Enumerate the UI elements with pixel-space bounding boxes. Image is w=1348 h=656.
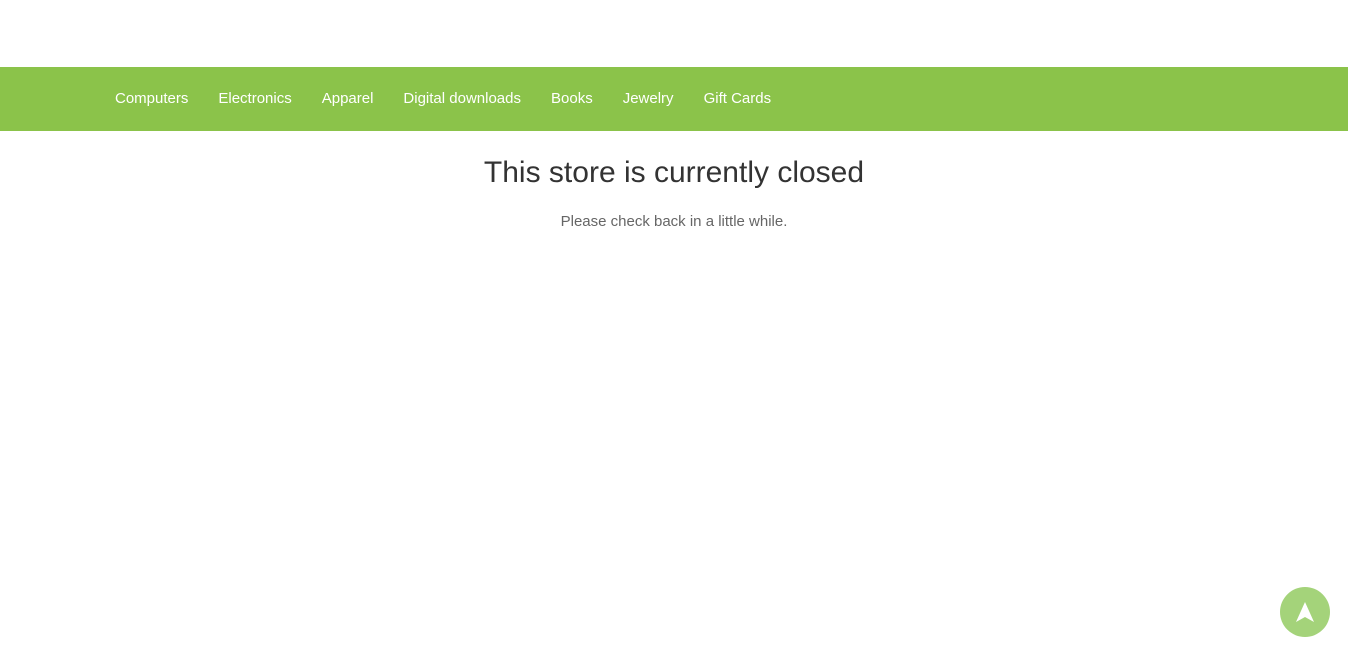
closed-message: Please check back in a little while. <box>560 213 788 230</box>
nav-item-books[interactable]: Books <box>536 67 608 131</box>
nav-item-gift-cards[interactable]: Gift Cards <box>689 67 787 131</box>
top-menu: Computers Electronics Apparel Digital do… <box>0 67 1348 131</box>
main-content: This store is currently closed Please ch… <box>0 131 1348 230</box>
header-top <box>0 0 1348 67</box>
nav-item-apparel[interactable]: Apparel <box>307 67 389 131</box>
nav-item-electronics[interactable]: Electronics <box>203 67 306 131</box>
nav-item-digital-downloads[interactable]: Digital downloads <box>388 67 536 131</box>
page: Computers Electronics Apparel Digital do… <box>0 0 1348 656</box>
scroll-to-top-button[interactable] <box>1280 587 1330 637</box>
nav-item-computers[interactable]: Computers <box>100 67 203 131</box>
page-title: This store is currently closed <box>483 156 865 189</box>
nav-item-jewelry[interactable]: Jewelry <box>608 67 689 131</box>
arrow-up-icon <box>1296 602 1314 622</box>
